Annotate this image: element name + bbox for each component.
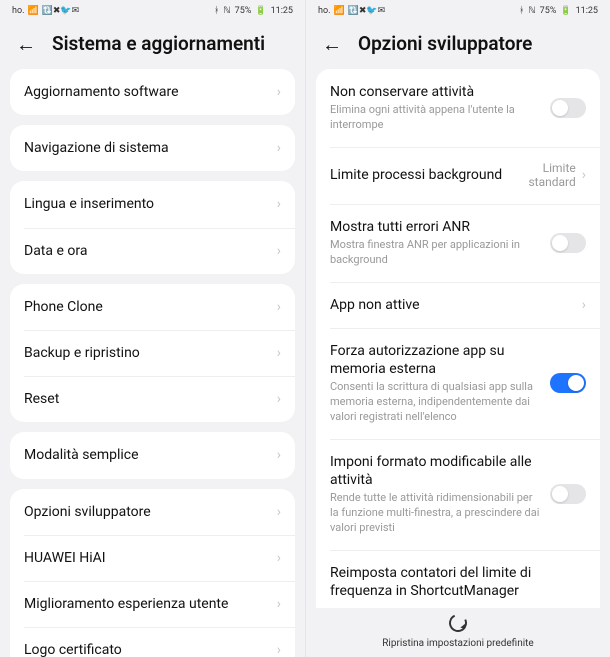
settings-row[interactable]: Navigazione di sistema ›	[10, 125, 295, 171]
settings-row[interactable]: App non attive ›	[316, 282, 600, 328]
row-title: Reimposta contatori del limite di freque…	[330, 564, 576, 600]
row-title: Logo certificato	[24, 641, 267, 657]
settings-list[interactable]: Non conservare attività Elimina ogni atti…	[306, 69, 610, 608]
settings-row[interactable]: Logo certificato ›	[10, 627, 295, 657]
settings-row[interactable]: Lingua e inserimento ›	[10, 181, 295, 227]
toggle-switch[interactable]	[550, 98, 586, 118]
chevron-right-icon: ›	[277, 391, 281, 407]
row-title: Non conservare attività	[330, 83, 540, 101]
carrier-label: ho.	[12, 6, 24, 16]
settings-group: Phone Clone › Backup e ripristino › Reset ›	[10, 284, 295, 423]
chevron-right-icon: ›	[277, 299, 281, 315]
settings-row[interactable]: Miglioramento esperienza utente ›	[10, 581, 295, 627]
row-title: Phone Clone	[24, 298, 267, 316]
row-title: Backup e ripristino	[24, 344, 267, 362]
settings-row[interactable]: Imponi formato modificabile alle attivit…	[316, 439, 600, 550]
chevron-right-icon: ›	[277, 504, 281, 520]
bluetooth-icon: ᚼ	[519, 6, 524, 16]
back-arrow-icon[interactable]: ←	[16, 34, 36, 54]
chevron-right-icon: ›	[582, 167, 586, 183]
settings-group: Aggiornamento software ›	[10, 69, 295, 115]
row-title: Lingua e inserimento	[24, 195, 267, 213]
chevron-right-icon: ›	[277, 196, 281, 212]
battery-percent: 75%	[235, 6, 252, 16]
settings-row[interactable]: Reset ›	[10, 376, 295, 422]
chevron-right-icon: ›	[277, 596, 281, 612]
chevron-right-icon: ›	[277, 550, 281, 566]
settings-list[interactable]: Aggiornamento software›Navigazione di si…	[0, 69, 305, 657]
settings-row[interactable]: Non conservare attività Elimina ogni atti…	[316, 69, 600, 147]
settings-group: Opzioni sviluppatore›HUAWEI HiAI›Miglior…	[10, 489, 295, 657]
row-title: Reset	[24, 390, 267, 408]
status-bar: ho. 📶 🔃✖🐦✉ ᚼ ℕ 75% 🔋 11:25	[0, 0, 305, 22]
row-title: Navigazione di sistema	[24, 139, 267, 157]
row-title: Miglioramento esperienza utente	[24, 595, 267, 613]
row-subtitle: Consenti la scrittura di qualsiasi app s…	[330, 380, 540, 425]
chevron-right-icon: ›	[277, 447, 281, 463]
toggle-switch[interactable]	[550, 233, 586, 253]
back-arrow-icon[interactable]: ←	[322, 34, 342, 54]
battery-icon: 🔋	[560, 6, 571, 16]
row-title: App non attive	[330, 296, 572, 314]
settings-group: Modalità semplice ›	[10, 432, 295, 478]
settings-group: Lingua e inserimento › Data e ora ›	[10, 181, 295, 273]
screen-developer-options: ho. 📶 🔃✖🐦✉ ᚼ ℕ 75% 🔋 11:25 ← Opzioni svi…	[305, 0, 610, 657]
signal-icon: 📶	[27, 6, 38, 16]
row-subtitle: Rende tutte le attività ridimensionabili…	[330, 491, 540, 536]
row-title: Mostra tutti errori ANR	[330, 218, 540, 236]
status-bar: ho. 📶 🔃✖🐦✉ ᚼ ℕ 75% 🔋 11:25	[306, 0, 610, 22]
bluetooth-icon: ᚼ	[214, 6, 219, 16]
settings-row[interactable]: Modalità semplice ›	[10, 432, 295, 478]
signal-icon: 📶	[333, 6, 344, 16]
toggle-switch[interactable]	[550, 373, 586, 393]
row-title: Modalità semplice	[24, 446, 267, 464]
settings-row[interactable]: Aggiornamento software ›	[10, 69, 295, 115]
status-icons: 🔃✖🐦✉	[42, 6, 80, 16]
row-subtitle: Elimina ogni attività appena l'utente la…	[330, 103, 540, 133]
clock: 11:25	[271, 6, 293, 16]
settings-row[interactable]: Mostra tutti errori ANR Mostra finestra A…	[316, 204, 600, 282]
settings-row[interactable]: HUAWEI HiAI ›	[10, 535, 295, 581]
settings-group: Navigazione di sistema ›	[10, 125, 295, 171]
header: ← Sistema e aggiornamenti	[0, 22, 305, 69]
row-subtitle: Mostra finestra ANR per applicazioni in …	[330, 238, 540, 268]
chevron-right-icon: ›	[277, 243, 281, 259]
chevron-right-icon: ›	[582, 297, 586, 313]
status-icons: 🔃✖🐦✉	[348, 6, 386, 16]
battery-percent: 75%	[540, 6, 557, 16]
chevron-right-icon: ›	[277, 84, 281, 100]
row-value: Limitestandard	[528, 161, 575, 190]
chevron-right-icon: ›	[277, 642, 281, 657]
settings-row[interactable]: Backup e ripristino ›	[10, 330, 295, 376]
clock: 11:25	[576, 6, 598, 16]
page-title: Opzioni sviluppatore	[358, 32, 532, 55]
settings-row[interactable]: Reimposta contatori del limite di freque…	[316, 550, 600, 608]
nfc-icon: ℕ	[528, 6, 535, 16]
row-title: Aggiornamento software	[24, 83, 267, 101]
settings-group: Non conservare attività Elimina ogni atti…	[316, 69, 600, 608]
row-title: Opzioni sviluppatore	[24, 503, 267, 521]
row-title: Forza autorizzazione app su memoria este…	[330, 342, 540, 378]
settings-row[interactable]: Forza autorizzazione app su memoria este…	[316, 328, 600, 439]
toggle-switch[interactable]	[550, 484, 586, 504]
header: ← Opzioni sviluppatore	[306, 22, 610, 69]
row-title: Data e ora	[24, 242, 267, 260]
screen-system-updates: ho. 📶 🔃✖🐦✉ ᚼ ℕ 75% 🔋 11:25 ← Sistema e a…	[0, 0, 305, 657]
settings-row[interactable]: Phone Clone ›	[10, 284, 295, 330]
page-title: Sistema e aggiornamenti	[52, 32, 265, 55]
settings-row[interactable]: Data e ora ›	[10, 228, 295, 274]
chevron-right-icon: ›	[277, 140, 281, 156]
chevron-right-icon: ›	[277, 345, 281, 361]
settings-row[interactable]: Opzioni sviluppatore ›	[10, 489, 295, 535]
carrier-label: ho.	[318, 6, 330, 16]
row-title: Limite processi background	[330, 166, 518, 184]
footer-reset[interactable]: Ripristina impostazioni predefinite	[306, 608, 610, 657]
settings-row[interactable]: Limite processi background Limitestandard…	[316, 147, 600, 204]
reset-icon	[446, 611, 469, 634]
nfc-icon: ℕ	[223, 6, 230, 16]
battery-icon: 🔋	[255, 6, 266, 16]
row-title: Imponi formato modificabile alle attivit…	[330, 453, 540, 489]
footer-label: Ripristina impostazioni predefinite	[306, 638, 610, 649]
row-title: HUAWEI HiAI	[24, 549, 267, 567]
